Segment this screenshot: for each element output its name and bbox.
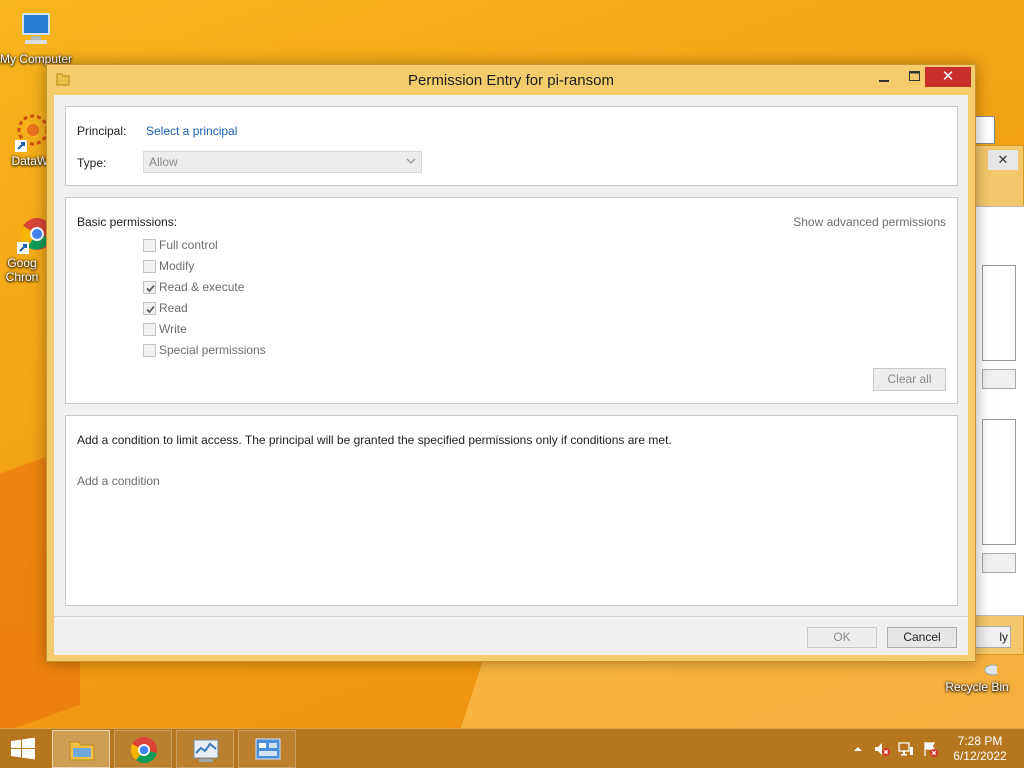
- principal-panel: Principal: Select a principal Type: Allo…: [65, 106, 958, 186]
- action-center-flag-icon[interactable]: [922, 741, 938, 757]
- windows-logo-icon: [11, 737, 35, 760]
- background-button[interactable]: [982, 369, 1016, 389]
- checkbox-label: Read & execute: [159, 280, 245, 294]
- desktop: My Computer DataWa Goog Chron Recycle Bi…: [0, 0, 1024, 728]
- list-box[interactable]: [982, 419, 1016, 545]
- task-manager-icon: [191, 735, 221, 765]
- conditions-panel: Add a condition to limit access. The pri…: [65, 415, 958, 606]
- taskbar-chrome[interactable]: [114, 730, 172, 768]
- checkbox[interactable]: [143, 260, 156, 273]
- desktop-icon-label: Recycle Bin: [945, 680, 1009, 694]
- desktop-icon-label: Goog Chron: [5, 256, 39, 284]
- divider: [54, 616, 968, 617]
- checkbox-label: Read: [159, 301, 188, 315]
- minimize-button[interactable]: [869, 67, 899, 87]
- close-icon: ✕: [941, 68, 955, 85]
- type-select[interactable]: Allow: [143, 151, 422, 173]
- checkbox-label: Full control: [159, 238, 218, 252]
- checkbox[interactable]: [143, 323, 156, 336]
- permission-entry-dialog: Permission Entry for pi-ransom ✕ Princip…: [46, 64, 976, 662]
- show-hidden-icons-icon[interactable]: [850, 741, 866, 757]
- clock-date: 6/12/2022: [953, 749, 1007, 763]
- ok-button[interactable]: OK: [807, 627, 877, 648]
- chrome-icon: [129, 735, 159, 765]
- apply-button[interactable]: ly: [971, 626, 1011, 648]
- control-panel-icon: [253, 735, 283, 765]
- background-button[interactable]: [982, 553, 1016, 573]
- cancel-button[interactable]: Cancel: [887, 627, 957, 648]
- system-tray: [846, 729, 938, 768]
- network-icon[interactable]: [898, 741, 914, 757]
- checkmark-icon: [146, 284, 155, 293]
- checkbox-label: Write: [159, 322, 187, 336]
- taskbar-file-explorer[interactable]: [52, 730, 110, 768]
- add-condition-link[interactable]: Add a condition: [77, 474, 160, 488]
- checkbox-label: Modify: [159, 259, 195, 273]
- title-bar[interactable]: Permission Entry for pi-ransom ✕: [47, 65, 975, 95]
- document-icon: [975, 116, 995, 144]
- clock-time: 7:28 PM: [957, 734, 1003, 748]
- principal-label: Principal:: [77, 124, 127, 138]
- minimize-icon: [879, 80, 889, 82]
- basic-permissions-label: Basic permissions:: [77, 215, 178, 229]
- select-principal-link[interactable]: Select a principal: [146, 124, 237, 138]
- checkbox[interactable]: [143, 281, 156, 294]
- type-label: Type:: [77, 156, 107, 170]
- close-icon[interactable]: ✕: [988, 150, 1018, 170]
- checkbox-label: Special permissions: [159, 343, 266, 357]
- type-select-value: Allow: [149, 155, 178, 169]
- list-box[interactable]: [982, 265, 1016, 361]
- checkbox[interactable]: [143, 344, 156, 357]
- file-explorer-icon: [67, 735, 97, 765]
- background-window-content: [975, 206, 1024, 616]
- taskbar: 7:28 PM 6/12/2022: [0, 728, 1024, 768]
- basic-permissions-panel: Basic permissions: Show advanced permiss…: [65, 197, 958, 404]
- chevron-down-icon: [405, 155, 417, 167]
- computer-icon: [15, 10, 55, 50]
- taskbar-task-manager[interactable]: [176, 730, 234, 768]
- taskbar-control-panel[interactable]: [238, 730, 296, 768]
- desktop-icon-my-computer[interactable]: My Computer: [0, 10, 72, 66]
- start-button[interactable]: [8, 737, 38, 761]
- dialog-title: Permission Entry for pi-ransom: [408, 72, 614, 89]
- checkbox[interactable]: [143, 302, 156, 315]
- checkmark-icon: [146, 305, 155, 314]
- checkbox[interactable]: [143, 239, 156, 252]
- volume-muted-icon[interactable]: [874, 741, 890, 757]
- dialog-client-area: Principal: Select a principal Type: Allo…: [54, 95, 968, 655]
- show-advanced-permissions-link[interactable]: Show advanced permissions: [793, 215, 946, 229]
- maximize-icon: [908, 71, 920, 81]
- clear-all-button[interactable]: Clear all: [873, 368, 946, 391]
- close-button[interactable]: ✕: [925, 67, 971, 87]
- system-clock[interactable]: 7:28 PM 6/12/2022: [940, 734, 1020, 764]
- condition-description: Add a condition to limit access. The pri…: [77, 433, 672, 447]
